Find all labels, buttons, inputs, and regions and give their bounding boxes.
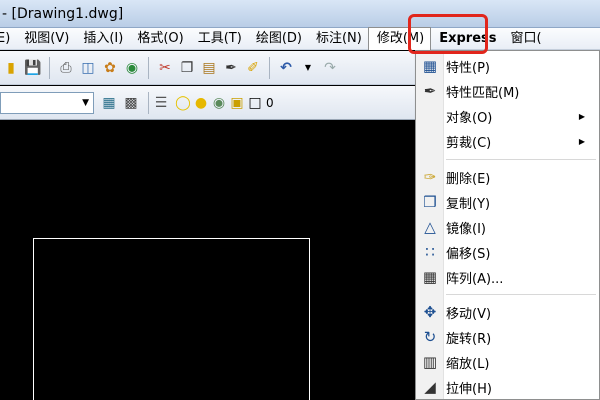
menu-item-label: 特性(P) (446, 60, 490, 76)
menu-item-erase[interactable]: ✑ 删除(E) (416, 165, 599, 189)
chevron-down-icon: ▼ (82, 97, 89, 108)
layer-manager-icon[interactable]: ☰ (152, 94, 170, 112)
menu-item-object[interactable]: 对象(O) ▶ (416, 104, 599, 128)
menu-separator (446, 294, 596, 295)
menu-item-move[interactable]: ✥ 移动(V) (416, 300, 599, 324)
menu-item-array[interactable]: ▦ 阵列(A)... (416, 265, 599, 289)
print-icon[interactable]: ⎙ (57, 59, 75, 77)
mirror-icon: △ (424, 218, 436, 236)
drawn-rectangle[interactable] (33, 238, 310, 400)
redo-icon[interactable]: ↷ (321, 59, 339, 77)
menu-edit[interactable]: E) (0, 28, 16, 50)
print-preview-icon[interactable]: ◫ (79, 59, 97, 77)
menu-express[interactable]: Express (431, 28, 502, 50)
menu-item-offset[interactable]: ∷ 偏移(S) (416, 240, 599, 264)
undo-icon[interactable]: ↶ (277, 59, 295, 77)
move-icon: ✥ (423, 303, 437, 321)
copy-clip-icon[interactable]: ❐ (178, 59, 196, 77)
drawing-canvas[interactable] (0, 121, 415, 400)
block-editor-icon[interactable]: ✐ (244, 59, 262, 77)
workspace-combo[interactable]: ▼ (0, 91, 94, 114)
toolbar-separator (148, 91, 149, 114)
menu-format[interactable]: 格式(O) (129, 28, 189, 50)
menu-item-properties[interactable]: ▦ 特性(P) (416, 54, 599, 78)
publish-icon[interactable]: ◉ (123, 59, 141, 77)
save-icon[interactable]: 💾 (24, 59, 42, 77)
toolbar-separator (269, 56, 270, 79)
menu-window[interactable]: 窗口( (503, 28, 548, 50)
toolbar-separator (148, 56, 149, 79)
rotate-icon: ↻ (423, 328, 437, 346)
match-properties-icon: ✒ (423, 82, 437, 100)
stretch-icon: ◢ (424, 378, 436, 396)
scale-icon: ▥ (422, 353, 438, 371)
layer-name[interactable]: 0 (266, 96, 274, 110)
menu-view[interactable]: 视图(V) (16, 28, 75, 50)
menu-item-label: 复制(Y) (446, 196, 491, 212)
menu-separator (446, 159, 596, 160)
undo-dropdown-icon[interactable]: ▼ (299, 59, 317, 77)
menu-item-rotate[interactable]: ↻ 旋转(R) (416, 325, 599, 349)
menu-dimension[interactable]: 标注(N) (308, 28, 368, 50)
properties-icon: ▦ (422, 57, 438, 75)
offset-icon: ∷ (425, 243, 435, 261)
blank-icon (416, 104, 444, 128)
paste-icon[interactable]: ▤ (200, 59, 218, 77)
match-brush-icon[interactable]: ✒ (222, 59, 240, 77)
modify-menu: ▦ 特性(P) ✒ 特性匹配(M) 对象(O) ▶ 剪裁(C) ▶ ✑ 删除(E… (415, 50, 600, 400)
submenu-arrow-icon: ▶ (578, 136, 585, 146)
title-bar: - [Drawing1.dwg] (0, 0, 600, 28)
menu-item-clip[interactable]: 剪裁(C) ▶ (416, 129, 599, 153)
toolbar-separator (49, 56, 50, 79)
layer-state-icon[interactable]: ▦ (100, 94, 118, 112)
menu-item-label: 偏移(S) (446, 246, 491, 262)
menu-item-label: 阵列(A)... (446, 271, 504, 287)
lock-icon: ▣ (230, 94, 244, 111)
lightbulb-icon: ◯ (175, 94, 191, 111)
menu-modify[interactable]: 修改(M) (367, 27, 432, 50)
menu-tools[interactable]: 工具(T) (190, 28, 248, 50)
menu-draw[interactable]: 绘图(D) (248, 28, 308, 50)
menu-item-label: 移动(V) (446, 306, 492, 322)
menu-item-copy[interactable]: ❒ 复制(Y) (416, 190, 599, 214)
color-swatch-icon: □ (248, 94, 262, 111)
menu-item-mirror[interactable]: △ 镜像(I) (416, 215, 599, 239)
erase-icon: ✑ (423, 168, 437, 186)
menu-item-label: 对象(O) (446, 110, 493, 126)
menu-item-label: 旋转(R) (446, 331, 492, 347)
submenu-arrow-icon: ▶ (578, 111, 585, 121)
menu-item-label: 拉伸(H) (446, 381, 492, 397)
menu-item-stretch[interactable]: ◢ 拉伸(H) (416, 375, 599, 399)
cut-icon[interactable]: ✂ (156, 59, 174, 77)
menu-insert[interactable]: 插入(I) (75, 28, 129, 50)
menu-item-label: 缩放(L) (446, 356, 490, 372)
sun-icon: ● (194, 94, 208, 111)
viewport-freeze-icon: ◉ (212, 94, 226, 111)
plot-icon[interactable]: ✿ (101, 59, 119, 77)
open-icon[interactable]: ▮ (2, 59, 20, 77)
layer-settings-icon[interactable]: ▩ (122, 94, 140, 112)
window-title: - [Drawing1.dwg] (2, 5, 124, 22)
menu-item-label: 镜像(I) (446, 221, 486, 237)
menu-item-label: 删除(E) (446, 171, 491, 187)
menu-item-label: 剪裁(C) (446, 135, 492, 151)
menu-item-scale[interactable]: ▥ 缩放(L) (416, 350, 599, 374)
menu-bar: E) 视图(V) 插入(I) 格式(O) 工具(T) 绘图(D) 标注(N) 修… (0, 27, 600, 50)
blank-icon (416, 129, 444, 153)
array-icon: ▦ (422, 268, 438, 286)
menu-item-label: 特性匹配(M) (446, 85, 520, 101)
copy-icon: ❒ (423, 193, 437, 211)
menu-item-match-properties[interactable]: ✒ 特性匹配(M) (416, 79, 599, 103)
